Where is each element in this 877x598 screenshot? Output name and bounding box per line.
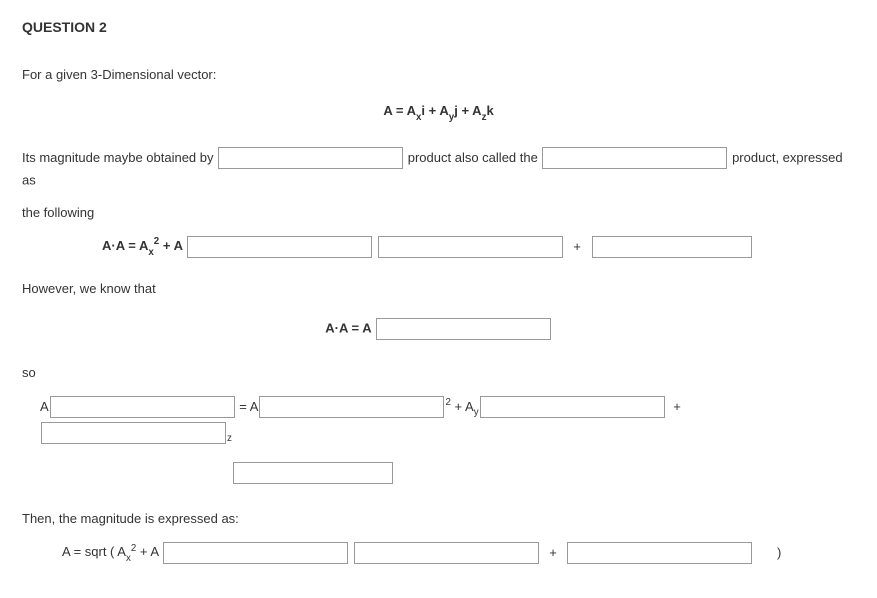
blank-6[interactable]	[376, 318, 551, 340]
then-text: Then, the magnitude is expressed as:	[22, 510, 855, 528]
blank-8[interactable]	[259, 396, 444, 418]
sentence-blanks-1: Its magnitude maybe obtained by product …	[22, 145, 855, 190]
eq3-plusAy: + A	[455, 399, 474, 414]
eq3-zsub: z	[227, 433, 232, 444]
vdef-lead: A = A	[383, 103, 416, 118]
s1-mid: product also called the	[408, 150, 542, 165]
eq3-A: A	[40, 399, 49, 414]
blank-14[interactable]	[567, 542, 752, 564]
vdef-k: k	[486, 103, 493, 118]
eq4-plus: +	[549, 545, 557, 560]
eq4-x: x	[126, 553, 131, 564]
blank-1[interactable]	[218, 147, 403, 169]
s1-after: the following	[22, 204, 855, 222]
blank-11[interactable]	[233, 462, 393, 484]
blank-13[interactable]	[354, 542, 539, 564]
eq2-lead: A·A = A	[325, 320, 371, 335]
eq1-plus: +	[573, 239, 581, 254]
eq4-lead: A = sqrt ( A	[62, 544, 126, 559]
blank-2[interactable]	[542, 147, 727, 169]
eq3-eqA: = A	[239, 399, 258, 414]
equation-A-expand-wrap	[232, 460, 855, 486]
eq3-two: 2	[445, 397, 450, 408]
eq4-sq: 2	[131, 543, 136, 554]
eq3-ysub: y	[474, 407, 479, 418]
blank-5[interactable]	[592, 236, 752, 258]
blank-7[interactable]	[50, 396, 235, 418]
question-title: QUESTION 2	[22, 18, 855, 38]
so-text: so	[22, 364, 855, 382]
eq1-plusA: + A	[159, 238, 182, 253]
blank-12[interactable]	[163, 542, 348, 564]
eq4-plusA: + A	[136, 544, 158, 559]
vdef-y: y	[449, 112, 454, 123]
vdef-p2: + A	[458, 103, 482, 118]
blank-4[interactable]	[378, 236, 563, 258]
eq1-lead: A·A = A	[102, 238, 148, 253]
vdef-p1: + A	[425, 103, 449, 118]
however-text: However, we know that	[22, 280, 855, 298]
equation-dot-simple: A·A = A	[22, 316, 855, 342]
eq1-sq: 2	[154, 236, 159, 247]
intro-text: For a given 3-Dimensional vector:	[22, 66, 855, 84]
eq1-x: x	[148, 247, 153, 258]
eq4-close: )	[777, 545, 781, 560]
blank-10[interactable]	[41, 422, 226, 444]
blank-9[interactable]	[480, 396, 665, 418]
equation-A-expand: A = A 2 + Ay + z	[40, 394, 855, 446]
vector-definition: A = Axi + Ayj + Azk	[22, 102, 855, 123]
equation-dot-expand: A·A = Ax2 + A +	[102, 234, 855, 260]
blank-3[interactable]	[187, 236, 372, 258]
vdef-x: x	[416, 112, 421, 123]
vdef-z: z	[482, 112, 487, 123]
eq3-plus: +	[673, 399, 681, 414]
s1-pre: Its magnitude maybe obtained by	[22, 150, 217, 165]
equation-sqrt: A = sqrt ( Ax2 + A + )	[62, 540, 855, 566]
